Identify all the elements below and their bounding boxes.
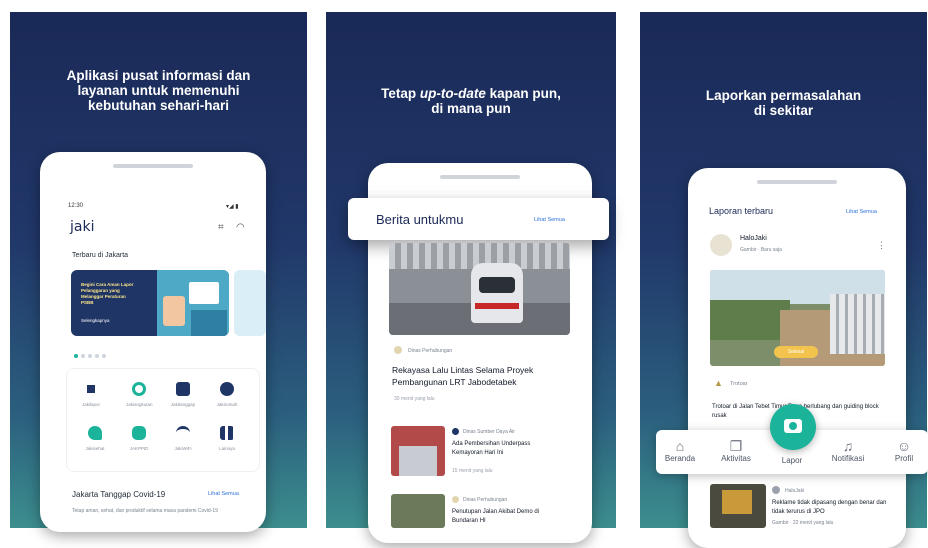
carousel-dots — [74, 345, 109, 363]
news-source: Dinas Perhubungan — [463, 497, 508, 503]
billboard-photo[interactable] — [710, 484, 766, 528]
news-main-source: Dinas Perhubungan — [408, 348, 453, 354]
status-time: 12:30 — [68, 203, 84, 209]
service-jakiwifi[interactable]: JakiWiFi — [170, 426, 196, 451]
nav-lapor[interactable]: Lapor — [772, 456, 812, 465]
section-latest-title: Terbaru di Jakarta — [72, 252, 129, 259]
news-title[interactable]: Ada Pembersihan Underpass Kemayoran Hari… — [452, 440, 562, 458]
covid-see-all-link[interactable]: Lihat Semua — [208, 491, 239, 497]
news-title[interactable]: Penutupan Jalan Akibat Demo di Bundaran … — [452, 508, 562, 526]
reports-see-all-link[interactable]: Lihat Semua — [846, 209, 877, 215]
news-section-title: Berita untukmu — [376, 212, 464, 227]
covid-description: Tetap aman, sehat, dan produktif selama … — [72, 508, 218, 514]
activity-icon: ❐ — [729, 438, 743, 454]
agency-logo-icon — [394, 346, 402, 354]
report-meta: Gambir · Baru saja — [740, 247, 782, 253]
report-description[interactable]: Reklame tidak dipasang dengan benar dan … — [772, 499, 888, 517]
qr-scan-icon[interactable]: ⌗ — [218, 222, 224, 233]
signal-battery-icon: ▾◢ ▮ — [226, 204, 239, 210]
covid-section-title: Jakarta Tanggap Covid-19 — [72, 490, 166, 499]
nav-profil[interactable]: ☺ Profil — [884, 438, 924, 463]
avatar — [710, 234, 732, 256]
service-jakppid[interactable]: JAKPPID — [126, 426, 152, 451]
service-jakirumah[interactable]: Jakirumah — [214, 382, 240, 407]
bell-icon: ♫ — [842, 438, 854, 454]
underpass-photo[interactable] — [391, 426, 445, 476]
nav-beranda[interactable]: ⌂ Beranda — [660, 438, 700, 463]
agency-logo-icon — [452, 496, 459, 503]
service-jakilapor[interactable]: Jakilapor — [78, 382, 104, 407]
news-card-header: Berita untukmu Lihat Semua — [348, 198, 609, 240]
nav-aktivitas[interactable]: ❐ Aktivitas — [716, 438, 756, 463]
panel2-headline: Tetap up-to-date kapan pun, di mana pun — [381, 86, 561, 116]
panel1-headline: Aplikasi pusat informasi dan layanan unt… — [66, 68, 251, 113]
home-icon: ⌂ — [675, 438, 685, 454]
profile-icon: ☺ — [896, 438, 912, 454]
news-time: 15 menit yang lalu — [452, 468, 493, 474]
camera-icon — [784, 419, 802, 433]
sidewalk-category-icon: ▲ — [714, 378, 723, 388]
service-jakiangkutan[interactable]: Jakiangkutan — [126, 382, 153, 407]
app-logo: jaki — [70, 219, 95, 235]
headset-icon[interactable]: ◠ — [236, 222, 245, 233]
demo-photo[interactable] — [391, 494, 445, 528]
report-user-name: HaloJaki — [740, 235, 767, 242]
news-see-all-link[interactable]: Lihat Semua — [534, 217, 565, 223]
report-category: Trotoar — [730, 381, 748, 387]
banner-button[interactable]: Selengkapnya — [81, 318, 110, 323]
report-meta: Gambir · 22 menit yang lalu — [772, 520, 834, 526]
news-main-time: 30 menit yang lalu — [394, 396, 435, 402]
service-jakitanggap[interactable]: Jakitanggap — [170, 382, 196, 407]
report-user-name: HaloJaki — [785, 488, 805, 494]
service-lainnya[interactable]: Lainnya — [214, 426, 240, 451]
reports-section-title: Laporan terbaru — [709, 206, 774, 216]
avatar — [772, 486, 780, 494]
news-source: Dinas Sumber Daya Air — [463, 429, 515, 435]
banner-illustration — [157, 270, 229, 336]
panel3-headline: Laporkan permasalahan di sekitar — [705, 88, 862, 118]
news-main-title[interactable]: Rekayasa Lalu Lintas Selama Proyek Pemba… — [392, 364, 562, 388]
status-badge: Selesai — [774, 346, 818, 358]
news-banner-next[interactable] — [234, 270, 266, 336]
service-jakisehat[interactable]: Jakisehat — [82, 426, 108, 451]
agency-logo-icon — [452, 428, 459, 435]
news-banner[interactable]: Begini Cara Aman Lapor Pelanggaran yang … — [71, 270, 229, 336]
lrt-train-photo[interactable] — [389, 243, 570, 335]
report-camera-button[interactable] — [770, 404, 816, 450]
nav-notifikasi[interactable]: ♫ Notifikasi — [828, 438, 868, 463]
more-options-icon[interactable]: ⋮ — [877, 240, 886, 251]
